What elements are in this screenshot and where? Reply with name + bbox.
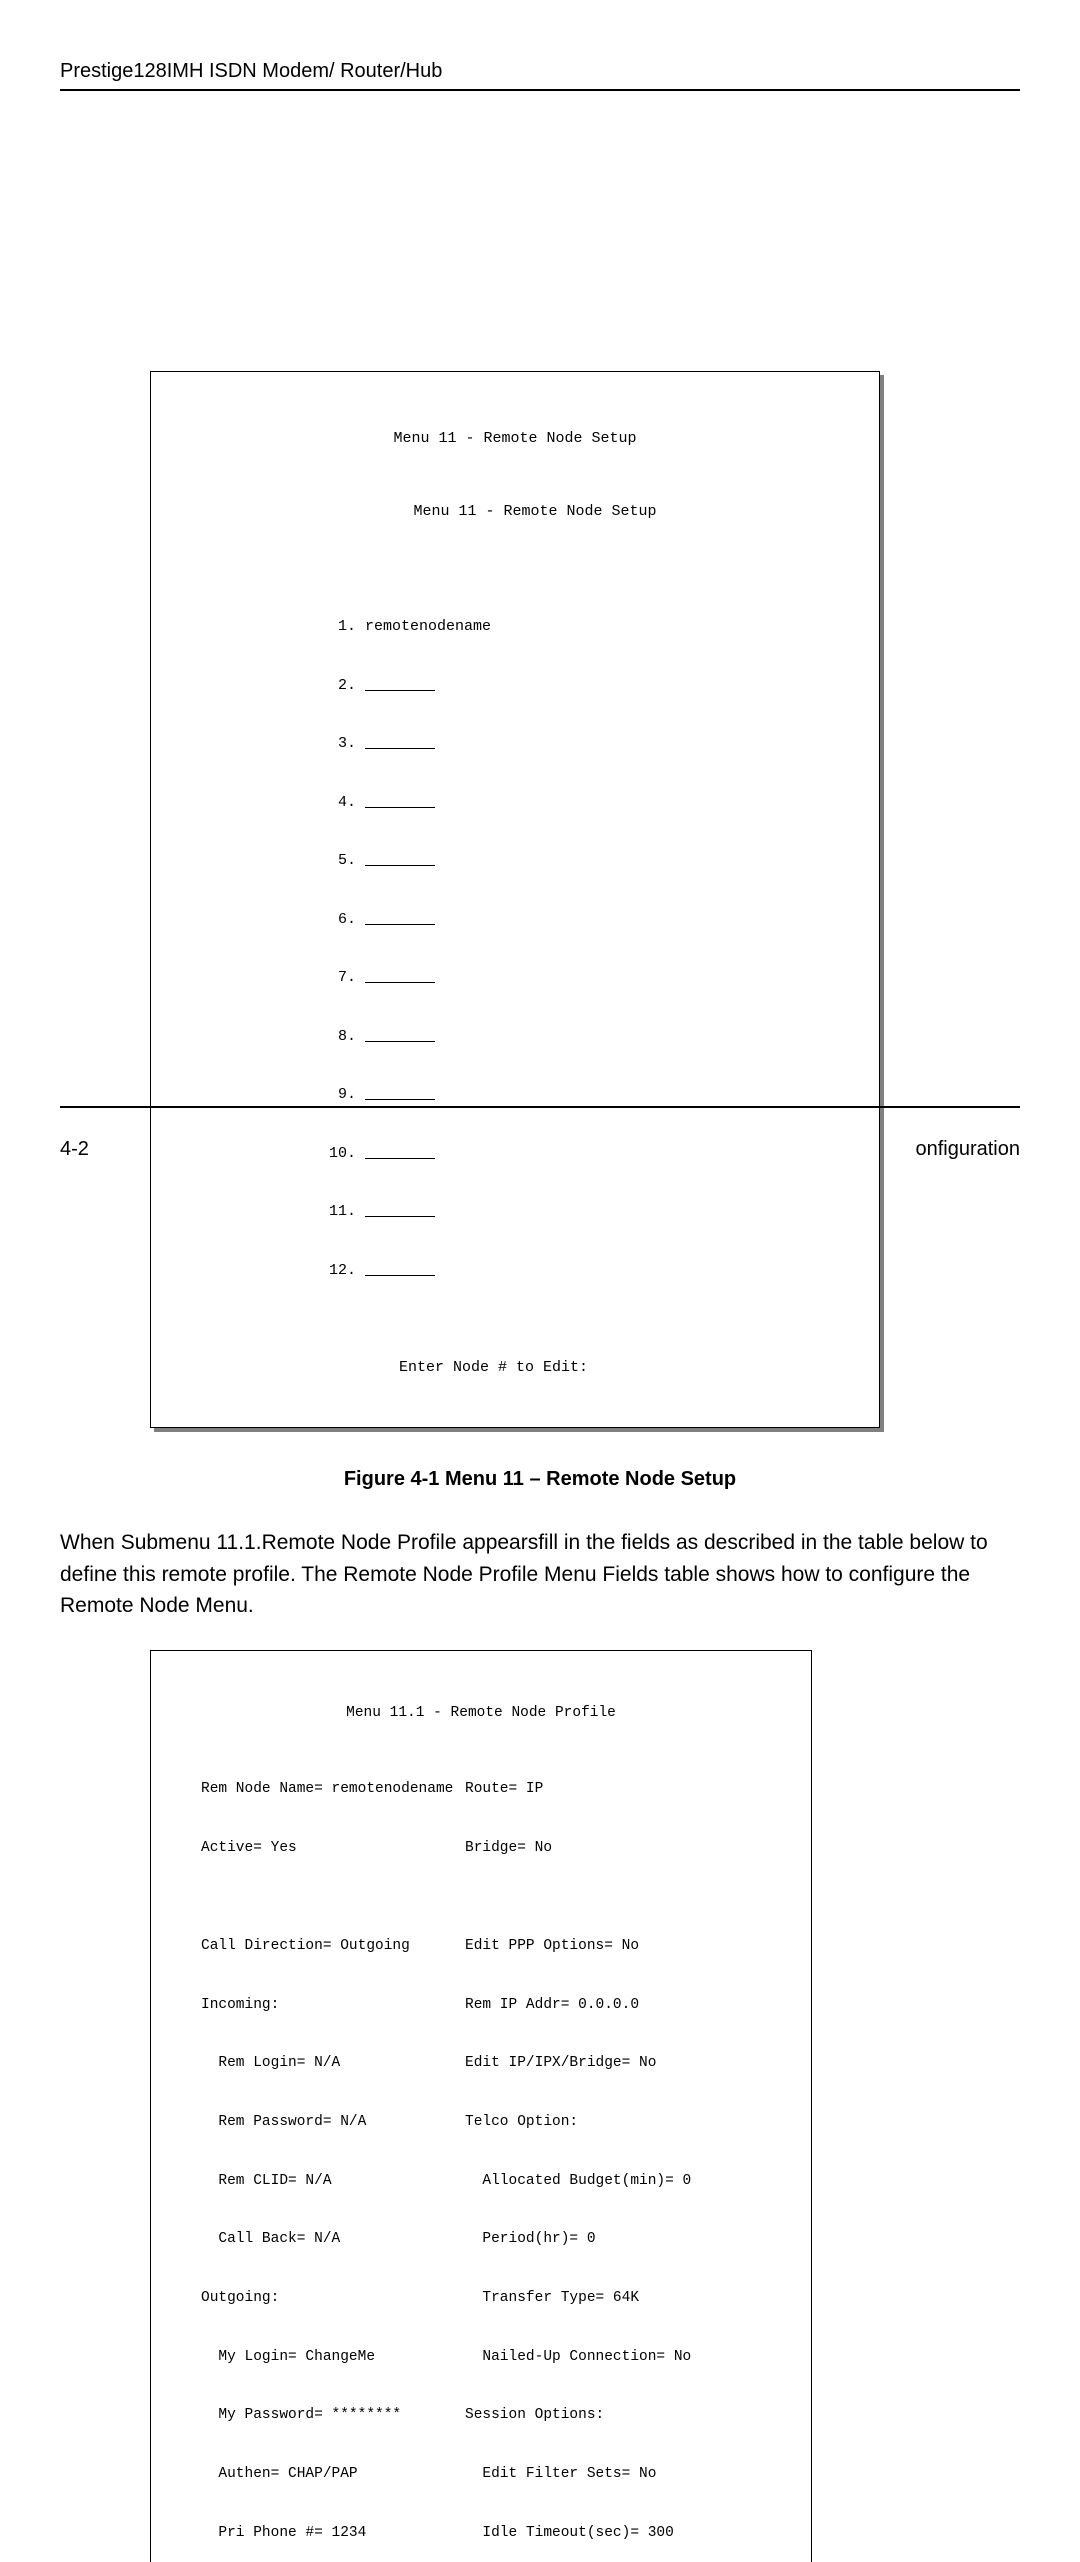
menu-11-1-title: Menu 11.1 - Remote Node Profile — [165, 1704, 797, 1724]
menu-11-subtitle: Menu 11 - Remote Node Setup — [169, 502, 861, 522]
t2-right: Idle Timeout(sec)= 300 — [465, 2524, 797, 2544]
blank-line — [365, 1264, 435, 1276]
t2-right: Rem IP Addr= 0.0.0.0 — [465, 1996, 797, 2016]
menu-11-node-list: 1. remotenodename 2. 3. 4. 5. 6. 7. 8. 9… — [169, 578, 861, 1319]
t2-right: Telco Option: — [465, 2113, 797, 2133]
blank-line — [365, 913, 435, 925]
t2-right: Session Options: — [465, 2406, 797, 2426]
t2-left: Rem CLID= N/A — [165, 2172, 465, 2192]
t2-left: Rem Password= N/A — [165, 2113, 465, 2133]
t2-left: Outgoing: — [165, 2289, 465, 2309]
node-list-item-num: 1. — [329, 618, 356, 635]
blank-line — [365, 971, 435, 983]
t2-left: Active= Yes — [165, 1839, 465, 1859]
body-paragraph: When Submenu 11.1.Remote Node Profile ap… — [60, 1527, 1020, 1622]
t2-left: My Password= ******** — [165, 2406, 465, 2426]
t2-left: Incoming: — [165, 1996, 465, 2016]
t2-left: My Login= ChangeMe — [165, 2348, 465, 2368]
blank-line — [365, 679, 435, 691]
blank-line — [365, 1030, 435, 1042]
t2-right: Period(hr)= 0 — [465, 2230, 797, 2250]
blank-line — [365, 854, 435, 866]
blank-line — [365, 1147, 435, 1159]
menu-11-prompt: Enter Node # to Edit: — [169, 1358, 861, 1378]
node-list-item-num: 12. — [329, 1262, 365, 1279]
t2-left: Rem Node Name= remotenodename — [165, 1780, 465, 1800]
t2-left: Call Back= N/A — [165, 2230, 465, 2250]
footer-right-fragment: onfiguration — [915, 1138, 1020, 1161]
menu-11-title: Menu 11 - Remote Node Setup — [169, 429, 861, 449]
blank-line — [365, 796, 435, 808]
footer-rule — [60, 1106, 1020, 1108]
node-list-item-name: remotenodename — [356, 618, 491, 635]
t2-left: Pri Phone #= 1234 — [165, 2524, 465, 2544]
node-list-item-num: 5. — [329, 852, 365, 869]
t2-right: Nailed-Up Connection= No — [465, 2348, 797, 2368]
blank-line — [365, 737, 435, 749]
node-list-item-num: 11. — [329, 1203, 365, 1220]
t2-left: Authen= CHAP/PAP — [165, 2465, 465, 2485]
t2-right: Edit IP/IPX/Bridge= No — [465, 2054, 797, 2074]
figure-caption: Figure 4-1 Menu 11 – Remote Node Setup — [60, 1468, 1020, 1491]
t2-right: Transfer Type= 64K — [465, 2289, 797, 2309]
node-list-item-num: 3. — [329, 735, 365, 752]
t2-right: Route= IP — [465, 1780, 797, 1800]
node-list-item-num: 8. — [329, 1028, 365, 1045]
node-list-item-num: 7. — [329, 969, 365, 986]
node-list-item-num: 2. — [329, 677, 365, 694]
t2-right: Edit PPP Options= No — [465, 1937, 797, 1957]
node-list-item-num: 4. — [329, 794, 365, 811]
page-number: 4-2 — [60, 1138, 89, 1161]
t2-left: Rem Login= N/A — [165, 2054, 465, 2074]
blank-line — [365, 1205, 435, 1217]
menu-11-1-terminal: Menu 11.1 - Remote Node Profile Rem Node… — [150, 1650, 812, 2562]
node-list-item-num: 6. — [329, 911, 365, 928]
page-header: Prestige128IMH ISDN Modem/ Router/Hub — [60, 60, 1020, 91]
t2-right: Bridge= No — [465, 1839, 797, 1859]
node-list-item-num: 10. — [329, 1145, 365, 1162]
t2-right: Allocated Budget(min)= 0 — [465, 2172, 797, 2192]
menu-11-terminal: Menu 11 - Remote Node Setup Menu 11 - Re… — [150, 371, 880, 1428]
node-list-item-num: 9. — [329, 1086, 365, 1103]
blank-line — [365, 1088, 435, 1100]
t2-left: Call Direction= Outgoing — [165, 1937, 465, 1957]
t2-right: Edit Filter Sets= No — [465, 2465, 797, 2485]
header-title: Prestige128IMH ISDN Modem/ Router/Hub — [60, 60, 442, 82]
